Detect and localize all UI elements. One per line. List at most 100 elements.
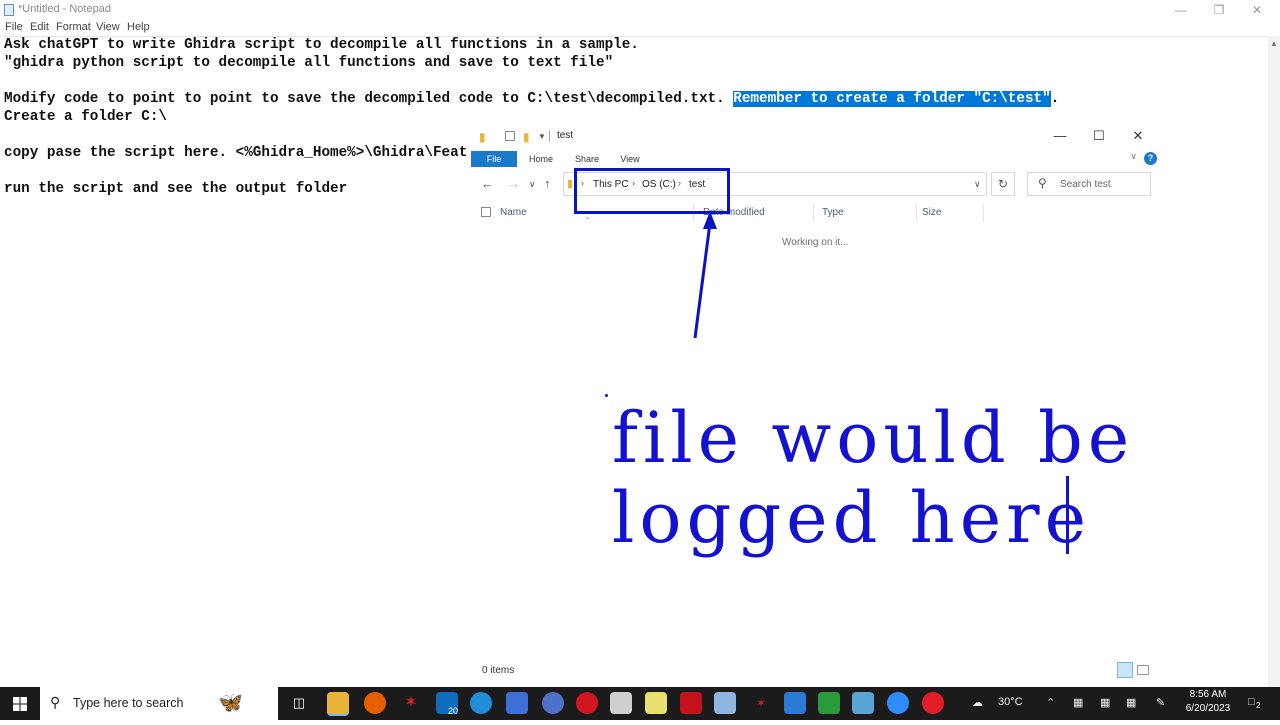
column-size[interactable]: Size <box>922 207 941 218</box>
details-view-icon[interactable] <box>1117 662 1133 678</box>
start-button[interactable] <box>0 687 40 720</box>
calculator-icon[interactable] <box>784 692 806 714</box>
column-divider[interactable] <box>916 204 917 222</box>
address-dropdown-icon[interactable]: ∨ <box>974 179 981 190</box>
text-line: run the script and see the output folder <box>4 181 348 197</box>
bug-app-icon[interactable]: ✶ <box>400 692 422 714</box>
notepad-title: *Untitled - Notepad <box>18 3 111 15</box>
clock-date: 6/20/2023 <box>1185 703 1231 714</box>
close-button[interactable]: ✕ <box>1238 0 1276 20</box>
notepad-menu-bar: File Edit Format View Help <box>0 20 1280 36</box>
explorer-minimize-button[interactable]: — <box>1041 126 1079 146</box>
zoom-icon[interactable] <box>887 692 909 714</box>
tray-app-icon[interactable]: ▦ <box>1100 696 1110 709</box>
taskbar-search-box[interactable]: ⚲ Type here to search 🦋 <box>40 687 278 720</box>
windows-logo-icon <box>13 697 27 711</box>
annotation-line-1: file would be <box>612 397 1135 479</box>
store-icon[interactable] <box>506 692 528 714</box>
tray-app-icon[interactable]: ▦ <box>1073 696 1083 709</box>
taskbar-search-placeholder: Type here to search <box>73 696 184 710</box>
scroll-up-icon[interactable]: ▲ <box>1270 39 1278 48</box>
text-line: Modify code to point to point to save th… <box>4 91 1059 107</box>
help-icon[interactable]: ? <box>1144 152 1157 165</box>
address-folder-icon: ▮ <box>567 178 574 190</box>
properties-icon[interactable] <box>505 131 515 141</box>
column-name[interactable]: Name <box>500 207 527 218</box>
tab-share[interactable]: Share <box>569 151 605 167</box>
chrome-like-icon[interactable] <box>542 692 564 714</box>
file-explorer-taskbar-icon[interactable] <box>327 692 349 716</box>
minimize-button[interactable]: — <box>1162 0 1200 20</box>
tab-view[interactable]: View <box>613 151 647 167</box>
tab-file[interactable]: File <box>471 151 517 167</box>
tray-app-icon[interactable]: ▦ <box>1126 696 1136 709</box>
search-box[interactable]: ⚲ Search test <box>1027 172 1151 196</box>
notification-count: 2 <box>1256 701 1261 710</box>
expand-ribbon-icon[interactable]: ∨ <box>1130 151 1137 162</box>
menu-help[interactable]: Help <box>127 21 150 33</box>
clock[interactable]: 8:56 AM 6/20/2023 <box>1178 688 1238 716</box>
acrobat-icon[interactable] <box>680 692 702 714</box>
menu-file[interactable]: File <box>5 21 23 33</box>
search-icon: ⚲ <box>1038 176 1047 190</box>
sticky-notes-icon[interactable] <box>645 692 667 714</box>
text-line: Ask chatGPT to write Ghidra script to de… <box>4 37 639 53</box>
refresh-button[interactable]: ↻ <box>991 172 1015 196</box>
mail-icon[interactable]: 20 <box>436 692 458 716</box>
selected-text: Remember to create a folder "C:\test" <box>733 91 1051 107</box>
task-view-icon[interactable]: ◫ <box>288 692 310 714</box>
large-icons-view-icon[interactable] <box>1137 665 1149 675</box>
weather-temp[interactable]: 30°C <box>998 696 1023 708</box>
column-divider[interactable] <box>813 204 814 222</box>
pen-icon[interactable]: ✎ <box>1156 696 1165 709</box>
notepad-icon <box>4 4 14 16</box>
text-segment: Modify code to point to point to save th… <box>4 91 734 107</box>
snipping-tool-icon[interactable] <box>714 692 736 714</box>
opera-icon[interactable] <box>576 692 598 714</box>
explorer-title-bar: ▮ ▮ ▼ test — ☐ ✕ <box>471 124 1159 148</box>
column-type[interactable]: Type <box>822 207 844 218</box>
up-icon[interactable]: ↑ <box>544 176 551 191</box>
recent-locations-icon[interactable]: ∨ <box>529 179 536 190</box>
forward-icon[interactable]: → <box>507 176 520 191</box>
text-line: copy pase the script here. <%Ghidra_Home… <box>4 145 468 161</box>
app-window-icon[interactable] <box>610 692 632 714</box>
back-icon[interactable]: ← <box>481 176 494 191</box>
item-count: 0 items <box>482 665 515 676</box>
menu-format[interactable]: Format <box>56 21 91 33</box>
tab-home[interactable]: Home <box>523 151 559 167</box>
menu-view[interactable]: View <box>96 21 120 33</box>
text-segment: . <box>1050 91 1060 107</box>
weather-icon[interactable]: ☁ <box>972 696 983 709</box>
show-hidden-icons-icon[interactable]: ⌃ <box>1046 696 1055 709</box>
text-line: Create a folder C:\ <box>4 109 168 125</box>
column-divider[interactable] <box>983 204 984 222</box>
menu-edit[interactable]: Edit <box>30 21 49 33</box>
sort-indicator-icon: ⌃ <box>584 216 591 225</box>
text-line: "ghidra python script to decompile all f… <box>4 55 614 71</box>
text-cursor <box>1066 476 1069 554</box>
folder-icon: ▮ <box>479 130 486 144</box>
search-placeholder: Search test <box>1060 179 1111 190</box>
select-all-checkbox[interactable] <box>481 207 491 217</box>
dragon-app-icon[interactable]: ✶ <box>750 692 772 714</box>
customize-quick-access-icon[interactable]: ▼ <box>538 132 546 141</box>
taskbar: ⚲ Type here to search 🦋 ◫ ✶ 20 ✶ ☁ 30°C … <box>0 687 1280 720</box>
notepad-title-bar: *Untitled - Notepad — ❐ ✕ <box>0 0 1280 20</box>
vertical-scrollbar[interactable]: ▲ <box>1268 36 1280 687</box>
loading-text: Working on it... <box>782 237 849 248</box>
notification-icon[interactable]: □ <box>1248 696 1255 708</box>
maximize-button[interactable]: ❐ <box>1200 0 1238 20</box>
new-folder-icon[interactable]: ▮ <box>523 130 530 144</box>
excel-like-icon[interactable] <box>818 692 840 714</box>
firefox-icon[interactable] <box>364 692 386 714</box>
edge-icon[interactable] <box>470 692 492 714</box>
notepad-taskbar-icon[interactable] <box>852 692 874 714</box>
explorer-maximize-button[interactable]: ☐ <box>1080 126 1118 146</box>
butterfly-icon: 🦋 <box>218 692 243 714</box>
annotation-dot <box>605 394 608 397</box>
annotation-arrow <box>693 211 717 339</box>
ribbon-tabs: File Home Share View ∨ ? <box>471 148 1159 168</box>
explorer-close-button[interactable]: ✕ <box>1119 126 1157 146</box>
antivirus-icon[interactable] <box>922 692 944 714</box>
